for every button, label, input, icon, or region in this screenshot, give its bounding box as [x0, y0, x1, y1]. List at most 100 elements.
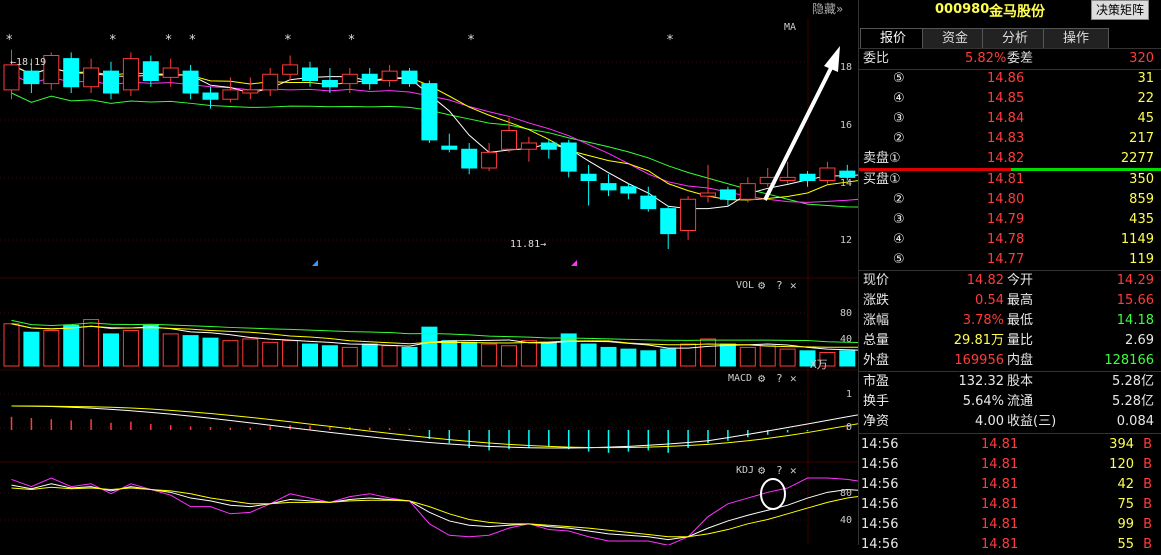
candle-body: [481, 151, 498, 169]
ask-price: 14.83: [987, 131, 1025, 146]
tick-price: 14.81: [981, 517, 1019, 532]
bid-price: 14.80: [987, 192, 1025, 207]
ma-label: MA: [784, 22, 797, 33]
volume-bar: [122, 330, 139, 367]
volume-bar: [142, 324, 159, 367]
tab-funds[interactable]: 资金: [922, 28, 988, 48]
candle-body: [660, 208, 677, 235]
annotation-arrow-head: [824, 46, 840, 72]
stat-value: 2.69: [1125, 333, 1154, 348]
macd-help-icon[interactable]: ?: [776, 372, 783, 385]
ask-row[interactable]: ③ 14.84 45: [859, 109, 1161, 129]
vol-unit-label: X万: [810, 358, 828, 371]
bid-row[interactable]: ③ 14.79 435: [859, 210, 1161, 230]
macd-tick-0: 0: [846, 422, 853, 433]
stat-row[interactable]: 涨跌 0.54 最高 15.66: [859, 291, 1161, 311]
fundamental-row[interactable]: 市盈 132.32 股本 5.28亿: [859, 372, 1161, 392]
candle-body: [83, 67, 100, 88]
kline-chart[interactable]: * * * * * * * *: [0, 0, 896, 546]
tick-time: 14:56: [861, 457, 899, 472]
star-marker: *: [189, 33, 196, 48]
candle-body: [700, 192, 716, 197]
volume-bar: [839, 350, 856, 367]
tick-time: 14:56: [861, 477, 899, 492]
weicha-value: 320: [1129, 51, 1154, 66]
stat-value: 128166: [1104, 353, 1154, 368]
stat-label: 涨幅: [863, 313, 890, 328]
star-marker: *: [348, 33, 355, 48]
volume-bar: [660, 348, 677, 367]
fundamental-row[interactable]: 换手 5.64% 流通 5.28亿: [859, 392, 1161, 412]
tick-row[interactable]: 14:56 14.81 120 B: [859, 455, 1161, 475]
volume-bar: [779, 348, 796, 367]
candle-body: [401, 70, 418, 85]
tick-row[interactable]: 14:56 14.81 55 B: [859, 535, 1161, 555]
candle-body: [819, 167, 836, 181]
stat-row[interactable]: 涨幅 3.78% 最低 14.18: [859, 311, 1161, 331]
macd-gear-icon[interactable]: ⚙: [758, 371, 765, 385]
bid-row[interactable]: ⑤ 14.77 119: [859, 250, 1161, 270]
candle-body: [779, 176, 796, 181]
volume-bar: [262, 341, 279, 367]
tick-row[interactable]: 14:56 14.81 42 B: [859, 475, 1161, 495]
stat-row[interactable]: 总量 29.81万 量比 2.69: [859, 331, 1161, 351]
fundamental-row[interactable]: 净资 4.00 收益(三) 0.084: [859, 412, 1161, 432]
bid-level-label: ⑤: [893, 252, 905, 267]
vol-help-icon[interactable]: ?: [776, 279, 783, 292]
kdj-close-icon[interactable]: ✕: [790, 464, 797, 477]
tick-row[interactable]: 14:56 14.81 99 B: [859, 515, 1161, 535]
chart-area[interactable]: * * * * * * * * 隐藏» MA ←18.19 11.81→ VOL ⚙ ? ✕ …: [0, 0, 896, 546]
volume-bar: [23, 331, 40, 367]
ask-row[interactable]: ⑤ 14.86 31: [859, 69, 1161, 89]
price-tick-18: 18: [840, 62, 853, 73]
tab-operation[interactable]: 操作: [1043, 28, 1109, 48]
ask-row[interactable]: ② 14.83 217: [859, 129, 1161, 149]
decision-matrix-button[interactable]: 决策矩阵: [1091, 0, 1150, 20]
macd-dif-line: [11, 405, 888, 449]
tab-quote[interactable]: 报价: [860, 28, 926, 48]
tick-side: B: [1143, 537, 1152, 552]
vol-gear-icon[interactable]: ⚙: [758, 278, 765, 292]
stat-row[interactable]: 现价 14.82 今开 14.29: [859, 271, 1161, 291]
tab-analysis[interactable]: 分析: [982, 28, 1048, 48]
blue-triangle-marker: [312, 260, 318, 266]
candle-body: [242, 89, 259, 94]
annotation-circle: [760, 478, 786, 510]
stat-label: 内盘: [1007, 353, 1034, 368]
bid-row[interactable]: ② 14.80 859: [859, 190, 1161, 210]
volume-bar: [63, 324, 80, 367]
tick-row[interactable]: 14:56 14.81 75 B: [859, 495, 1161, 515]
fundamental-value: 5.28亿: [1112, 394, 1154, 409]
volume-bar: [501, 345, 517, 367]
bid-row[interactable]: ④ 14.78 1149: [859, 230, 1161, 250]
tick-price: 14.81: [981, 437, 1019, 452]
vol-close-icon[interactable]: ✕: [790, 279, 797, 292]
weibi-row: 委比 5.82% 委差 320: [859, 49, 1161, 69]
kdj-gear-icon[interactable]: ⚙: [758, 463, 765, 477]
candle-body: [222, 89, 239, 100]
tick-price: 14.81: [981, 477, 1019, 492]
macd-close-icon[interactable]: ✕: [790, 372, 797, 385]
star-marker: *: [285, 33, 292, 48]
hide-panel-button[interactable]: 隐藏»: [812, 0, 843, 17]
tick-row[interactable]: 14:56 14.81 394 B: [859, 435, 1161, 455]
kdj-help-icon[interactable]: ?: [776, 464, 783, 477]
candle-body: [142, 61, 159, 81]
bid-row[interactable]: 买盘① 14.81 350: [859, 170, 1161, 190]
stat-label: 最高: [1007, 293, 1034, 308]
ask-price: 14.82: [987, 151, 1025, 166]
fundamental-label: 流通: [1007, 394, 1034, 409]
tick-volume: 42: [1117, 477, 1134, 492]
tick-volume: 394: [1109, 437, 1134, 452]
tick-volume: 99: [1117, 517, 1134, 532]
high-price-label: ←18.19: [10, 57, 47, 68]
fundamental-label: 市盈: [863, 374, 890, 389]
volume-bar: [103, 333, 119, 367]
quote-panel: 000980 金马股份 决策矩阵 报价 资金 分析 操作 委比 5.82% 委差…: [858, 0, 1161, 552]
candle-body: [520, 142, 537, 150]
ask-row[interactable]: 卖盘① 14.82 2277: [859, 149, 1161, 169]
tick-price: 14.81: [981, 537, 1019, 552]
ask-row[interactable]: ④ 14.85 22: [859, 89, 1161, 109]
stat-row[interactable]: 外盘 169956 内盘 128166: [859, 351, 1161, 371]
volume-bar: [3, 323, 20, 367]
